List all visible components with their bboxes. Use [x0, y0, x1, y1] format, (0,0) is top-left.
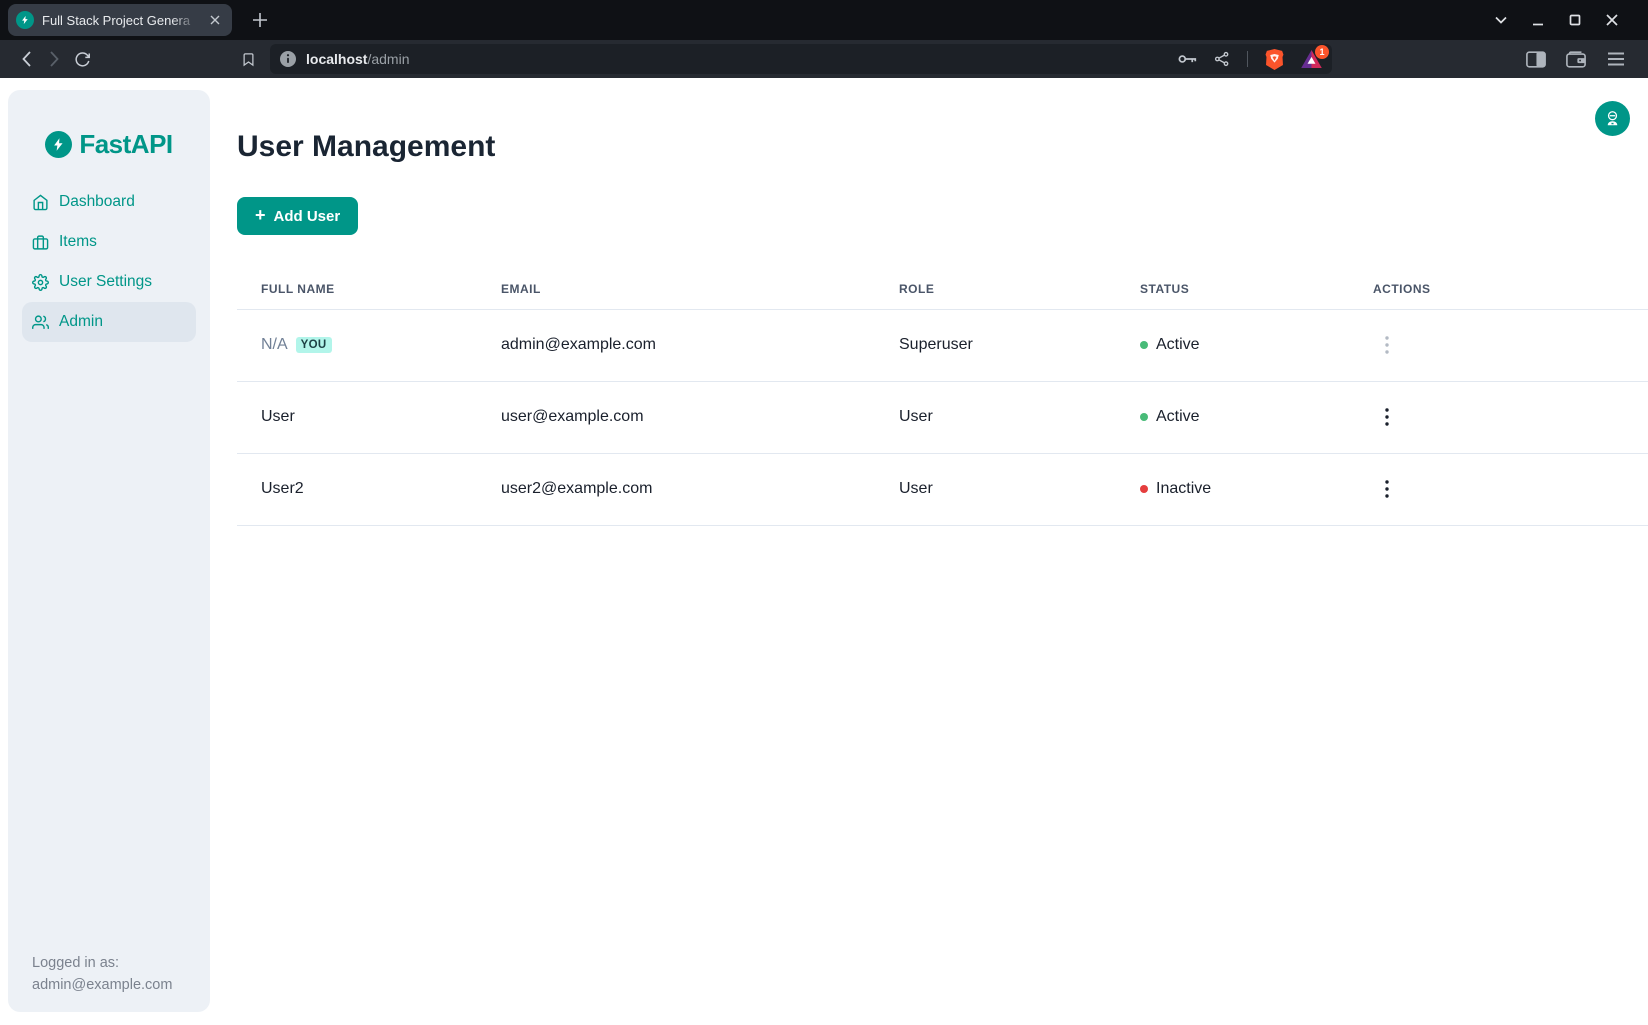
sidebar: FastAPI Dashboard Items User Settings: [8, 90, 210, 1012]
briefcase-icon: [32, 234, 49, 251]
cell-role: Superuser: [875, 309, 1116, 381]
window-controls: [1489, 8, 1648, 32]
table-row: User user@example.com User Active: [237, 381, 1648, 453]
status-dot: [1140, 341, 1148, 349]
logged-in-email: admin@example.com: [32, 974, 194, 996]
back-icon[interactable]: [12, 45, 40, 73]
address-bar[interactable]: localhost/admin 1: [270, 44, 1332, 74]
status-dot: [1140, 413, 1148, 421]
column-header-actions: Actions: [1349, 269, 1648, 309]
cell-full-name: User: [237, 381, 477, 453]
tab-search-chevron-icon[interactable]: [1489, 8, 1513, 32]
wallet-icon[interactable]: [1562, 45, 1590, 73]
row-actions-menu-icon: [1373, 331, 1401, 359]
brave-shield-icon[interactable]: [1265, 49, 1284, 70]
tab-close-icon[interactable]: [206, 11, 224, 29]
sidebar-item-label: Admin: [59, 313, 103, 331]
row-actions-menu-icon[interactable]: [1373, 475, 1401, 503]
sidebar-item-dashboard[interactable]: Dashboard: [22, 182, 196, 222]
fastapi-logo: FastAPI: [45, 128, 172, 160]
fastapi-favicon-icon: [16, 11, 34, 29]
logged-in-label: Logged in as:: [32, 952, 194, 974]
browser-toolbar: localhost/admin 1: [0, 40, 1648, 78]
url-text: localhost/admin: [306, 51, 410, 67]
column-header-status: Status: [1116, 269, 1349, 309]
browser-tab[interactable]: Full Stack Project Genera: [8, 4, 232, 36]
main-content: User Management + Add User Full Name Ema…: [237, 78, 1648, 526]
sidebar-item-label: Dashboard: [59, 193, 135, 211]
maximize-icon[interactable]: [1563, 8, 1587, 32]
cell-role: User: [875, 453, 1116, 525]
cell-actions: [1349, 309, 1648, 381]
status-dot: [1140, 485, 1148, 493]
user-astronaut-icon: [1603, 109, 1622, 128]
column-header-role: Role: [875, 269, 1116, 309]
sidebar-item-items[interactable]: Items: [22, 222, 196, 262]
cell-role: User: [875, 381, 1116, 453]
cell-actions: [1349, 381, 1648, 453]
home-icon: [32, 194, 49, 211]
sidebar-nav: Dashboard Items User Settings Admin: [8, 182, 210, 342]
table-row: User2 user2@example.com User Inactive: [237, 453, 1648, 525]
site-info-icon[interactable]: [280, 51, 296, 67]
column-header-email: Email: [477, 269, 875, 309]
new-tab-button[interactable]: [246, 6, 274, 34]
add-user-button[interactable]: + Add User: [237, 197, 358, 235]
users-icon: [32, 314, 49, 331]
table-row: N/AYOU admin@example.com Superuser Activ…: [237, 309, 1648, 381]
share-icon[interactable]: [1214, 51, 1230, 67]
cell-actions: [1349, 453, 1648, 525]
sidebar-item-admin[interactable]: Admin: [22, 302, 196, 342]
password-key-icon[interactable]: [1178, 53, 1197, 65]
column-header-full-name: Full Name: [237, 269, 477, 309]
sidebar-item-label: Items: [59, 233, 97, 251]
close-window-icon[interactable]: [1600, 8, 1624, 32]
you-badge: YOU: [296, 337, 332, 353]
fastapi-bolt-icon: [45, 131, 72, 158]
cell-email: user2@example.com: [477, 453, 875, 525]
row-actions-menu-icon[interactable]: [1373, 403, 1401, 431]
sidebar-item-user-settings[interactable]: User Settings: [22, 262, 196, 302]
forward-icon[interactable]: [40, 45, 68, 73]
cell-email: admin@example.com: [477, 309, 875, 381]
cell-status: Active: [1116, 309, 1349, 381]
toolbar-separator: [1247, 51, 1248, 67]
minimize-icon[interactable]: [1526, 8, 1550, 32]
logged-in-footer: Logged in as: admin@example.com: [8, 952, 210, 1012]
app-page: FastAPI Dashboard Items User Settings: [0, 78, 1648, 1025]
gear-icon: [32, 274, 49, 291]
menu-hamburger-icon[interactable]: [1602, 45, 1630, 73]
users-table: Full Name Email Role Status Actions N/AY…: [237, 269, 1648, 526]
sidebar-toggle-icon[interactable]: [1522, 45, 1550, 73]
cell-full-name: User2: [237, 453, 477, 525]
browser-tab-bar: Full Stack Project Genera: [0, 0, 1648, 40]
plus-icon: +: [255, 206, 266, 224]
reload-icon[interactable]: [68, 45, 96, 73]
rewards-notification-badge: 1: [1315, 45, 1329, 59]
bookmark-icon[interactable]: [234, 45, 262, 73]
page-title: User Management: [237, 78, 1648, 164]
logo-text: FastAPI: [79, 129, 172, 160]
cell-full-name: N/AYOU: [237, 309, 477, 381]
cell-status: Active: [1116, 381, 1349, 453]
cell-status: Inactive: [1116, 453, 1349, 525]
user-menu-avatar-button[interactable]: [1595, 101, 1630, 136]
tab-title: Full Stack Project Genera: [42, 13, 198, 28]
table-header-row: Full Name Email Role Status Actions: [237, 269, 1648, 309]
cell-email: user@example.com: [477, 381, 875, 453]
sidebar-item-label: User Settings: [59, 273, 152, 291]
